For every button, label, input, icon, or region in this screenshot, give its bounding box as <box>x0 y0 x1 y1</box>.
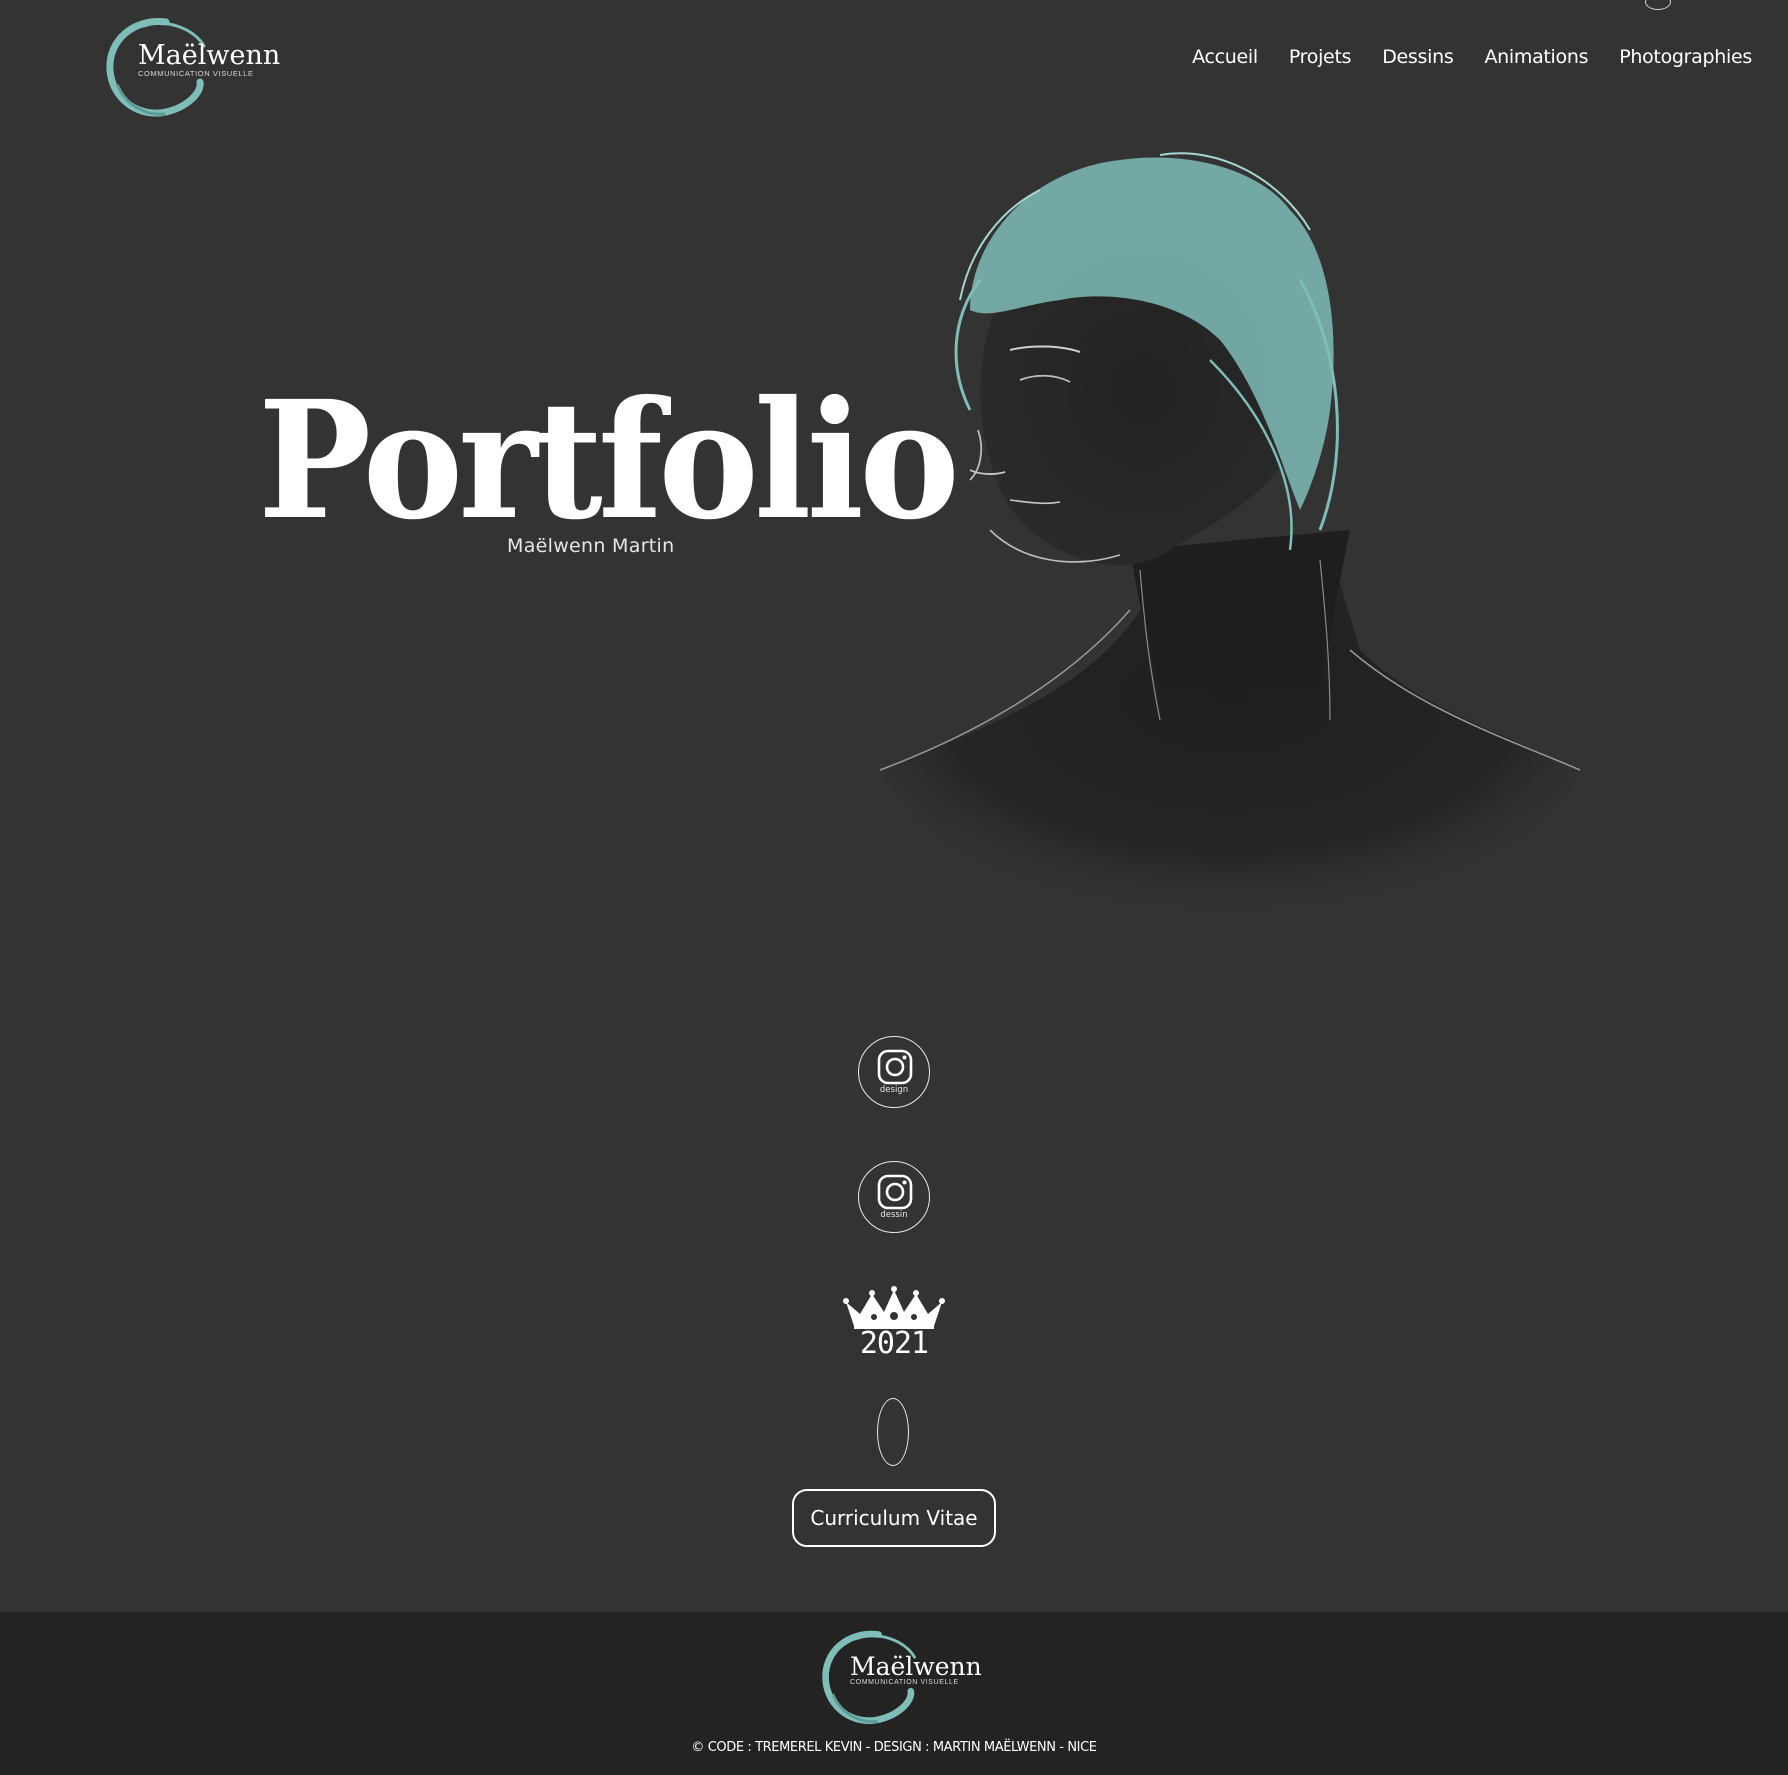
footer-logo-name: Maëlwenn <box>850 1652 982 1681</box>
instagram-design-link[interactable]: design <box>858 1036 930 1108</box>
nav-item-photographies[interactable]: Photographies <box>1619 46 1752 68</box>
oval-link-icon[interactable] <box>877 1398 909 1466</box>
instagram-dessin-link[interactable]: dessin <box>858 1161 930 1233</box>
nav-item-animations[interactable]: Animations <box>1484 46 1588 68</box>
logo-tagline: COMMUNICATION VISUELLE <box>138 69 254 78</box>
header-logo[interactable]: Maëlwenn COMMUNICATION VISUELLE <box>104 16 280 120</box>
logo-name: Maëlwenn <box>138 40 281 71</box>
curriculum-vitae-button[interactable]: Curriculum Vitae <box>792 1489 996 1547</box>
hero-title: Portfolio <box>258 366 960 556</box>
footer-logo-tagline: COMMUNICATION VISUELLE <box>850 1679 959 1686</box>
crown-2021-badge[interactable]: 2021 <box>840 1286 948 1364</box>
crown-icon <box>843 1286 945 1329</box>
footer-logo[interactable]: Maëlwenn COMMUNICATION VISUELLE <box>820 1628 990 1728</box>
nav-item-dessins[interactable]: Dessins <box>1382 46 1454 68</box>
crown-year: 2021 <box>859 1326 929 1361</box>
footer: Maëlwenn COMMUNICATION VISUELLE © CODE :… <box>0 1612 1788 1775</box>
instagram-icon <box>877 1049 913 1085</box>
portrait-sketch-image <box>879 152 1581 920</box>
main-nav: Accueil Projets Dessins Animations Photo… <box>1192 46 1752 68</box>
instagram-icon <box>877 1174 913 1210</box>
page: Maëlwenn COMMUNICATION VISUELLE Accueil … <box>0 0 1788 1775</box>
nav-item-accueil[interactable]: Accueil <box>1192 46 1258 68</box>
hero-subtitle: Maëlwenn Martin <box>507 535 675 557</box>
footer-copyright: © CODE : TREMEREL KEVIN - DESIGN : MARTI… <box>691 1740 1097 1755</box>
top-circle-icon[interactable] <box>1645 0 1671 10</box>
instagram-dessin-caption: dessin <box>880 1210 908 1220</box>
nav-item-projets[interactable]: Projets <box>1289 46 1352 68</box>
instagram-design-caption: design <box>879 1085 909 1095</box>
